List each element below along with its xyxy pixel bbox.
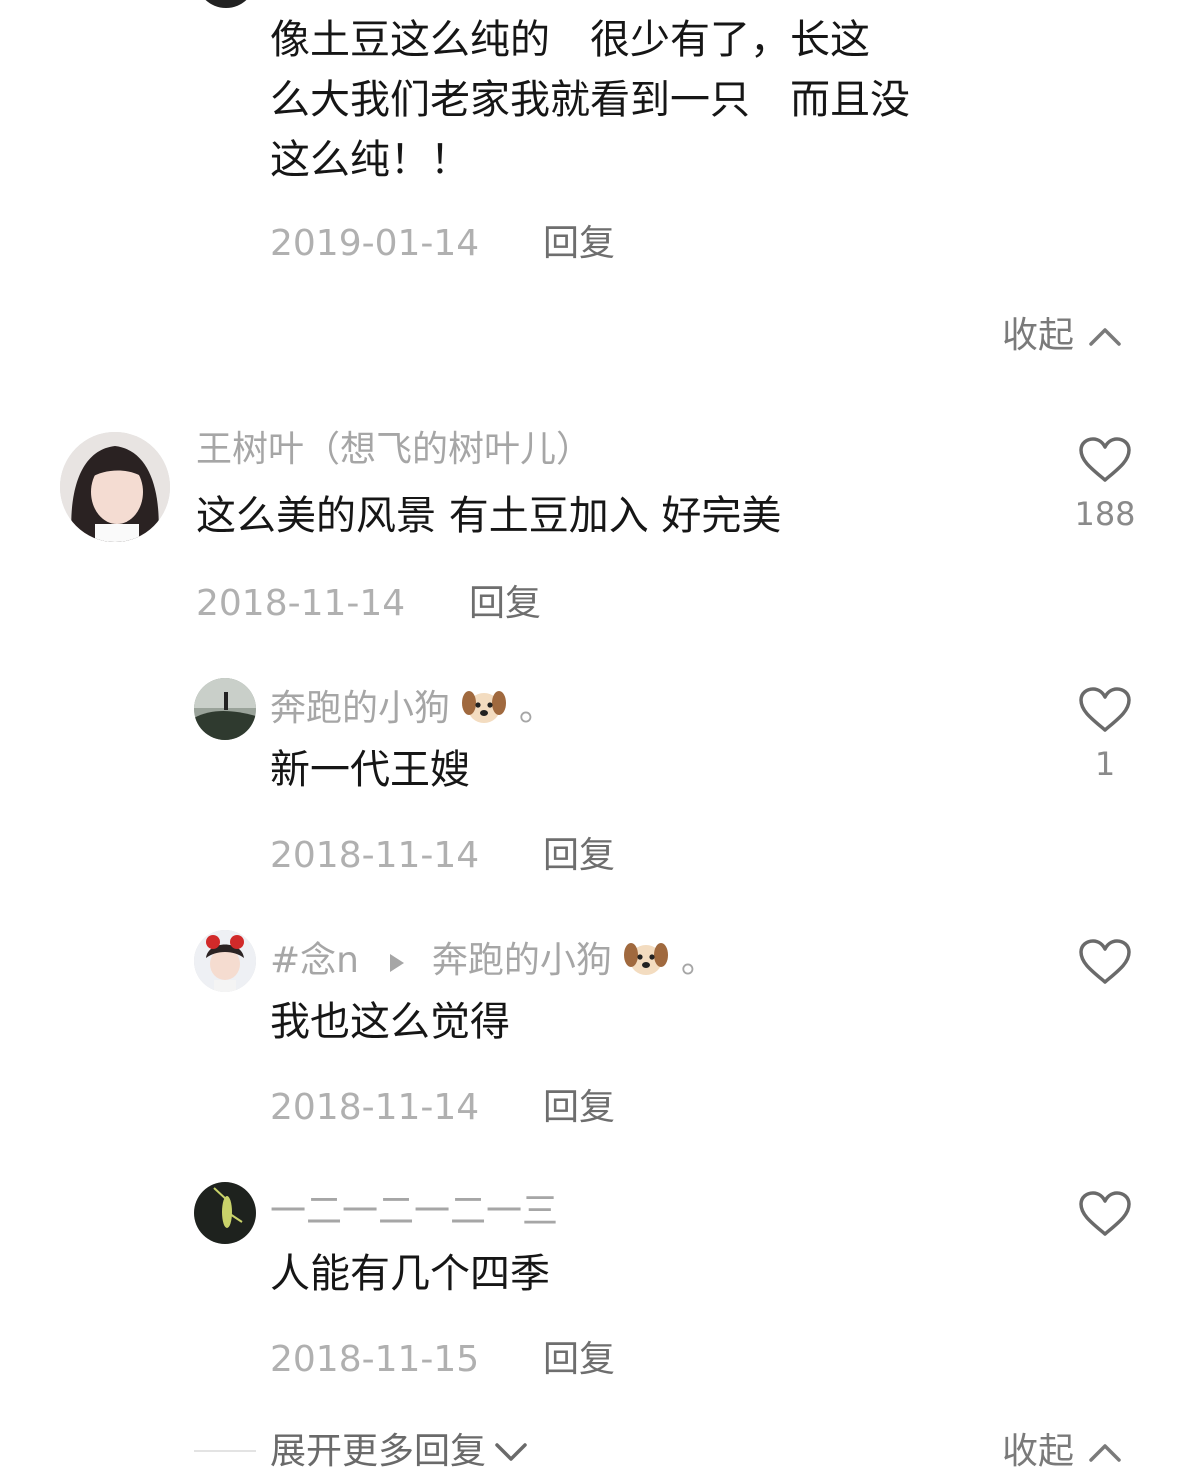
heart-icon[interactable] [1078, 1190, 1132, 1238]
reply-author-name: 奔跑的小狗 [270, 688, 451, 729]
like-count: 1 [1094, 745, 1116, 783]
reply-author[interactable]: #念n 奔跑的小狗 。 [270, 938, 717, 983]
reply-button[interactable]: 回复 [543, 1338, 615, 1382]
reply-date: 2018-11-15 [270, 1339, 480, 1380]
comment-date: 2019-01-14 [270, 223, 480, 264]
reply-button[interactable]: 回复 [543, 222, 615, 266]
reply-button[interactable]: 回复 [543, 834, 615, 878]
avatar[interactable] [194, 1182, 256, 1244]
reply-author[interactable]: 一二一二一二一三 [270, 1190, 558, 1234]
reply-button[interactable]: 回复 [543, 1086, 615, 1130]
reply-to-suffix: 。 [680, 940, 717, 981]
reply-to-name: 奔跑的小狗 [431, 940, 612, 981]
comment-date: 2018-11-14 [196, 583, 406, 624]
dog-face-icon [624, 943, 669, 975]
heart-icon[interactable] [1078, 686, 1132, 734]
heart-icon[interactable] [1078, 938, 1132, 986]
reply-arrow-icon [390, 954, 405, 972]
comment-text: 这么美的风景 有土豆加入 好完美 [196, 493, 782, 539]
comment-text-line: 么大我们老家我就看到一只 而且没 [270, 77, 910, 123]
avatar-landscape-icon [194, 678, 256, 740]
chevron-up-icon [1089, 1444, 1121, 1462]
avatar-child-icon [194, 930, 256, 992]
heart-icon[interactable] [1078, 436, 1132, 484]
reply-author-suffix: 。 [518, 688, 555, 729]
reply-date: 2018-11-14 [270, 835, 480, 876]
collapse-label: 收起 [1002, 1431, 1075, 1472]
reply-author-name: #念n [270, 940, 359, 981]
expand-more-label: 展开更多回复 [270, 1431, 487, 1472]
like-count: 188 [1074, 495, 1136, 533]
reply-text: 人能有几个四季 [270, 1251, 550, 1297]
reply-author[interactable]: 奔跑的小狗 。 [270, 686, 555, 731]
comment-text-line: 这么纯！！ [270, 137, 470, 183]
avatar[interactable] [60, 432, 170, 542]
comment-text-line: 像土豆这么纯的 很少有了，长这 [270, 17, 870, 63]
collapse-replies-button[interactable]: 收起 [1002, 1430, 1122, 1474]
avatar-insect-icon [194, 1182, 256, 1244]
comment-author[interactable]: 王树叶（想飞的树叶儿） [196, 428, 592, 472]
expand-more-replies-button[interactable]: 展开更多回复 [270, 1430, 528, 1474]
collapse-replies-button[interactable]: 收起 [1002, 314, 1122, 358]
chevron-down-icon [495, 1443, 527, 1461]
avatar-portrait-icon [60, 432, 170, 542]
reply-text: 新一代王嫂 [270, 747, 470, 793]
reply-date: 2018-11-14 [270, 1087, 480, 1128]
dog-face-icon [462, 691, 507, 723]
avatar[interactable] [194, 678, 256, 740]
chevron-up-icon [1089, 328, 1121, 346]
avatar-top-commenter[interactable] [196, 0, 256, 8]
avatar[interactable] [194, 930, 256, 992]
reply-button[interactable]: 回复 [469, 582, 541, 626]
collapse-label: 收起 [1002, 315, 1075, 356]
divider-line [194, 1450, 256, 1452]
reply-text: 我也这么觉得 [270, 999, 510, 1045]
